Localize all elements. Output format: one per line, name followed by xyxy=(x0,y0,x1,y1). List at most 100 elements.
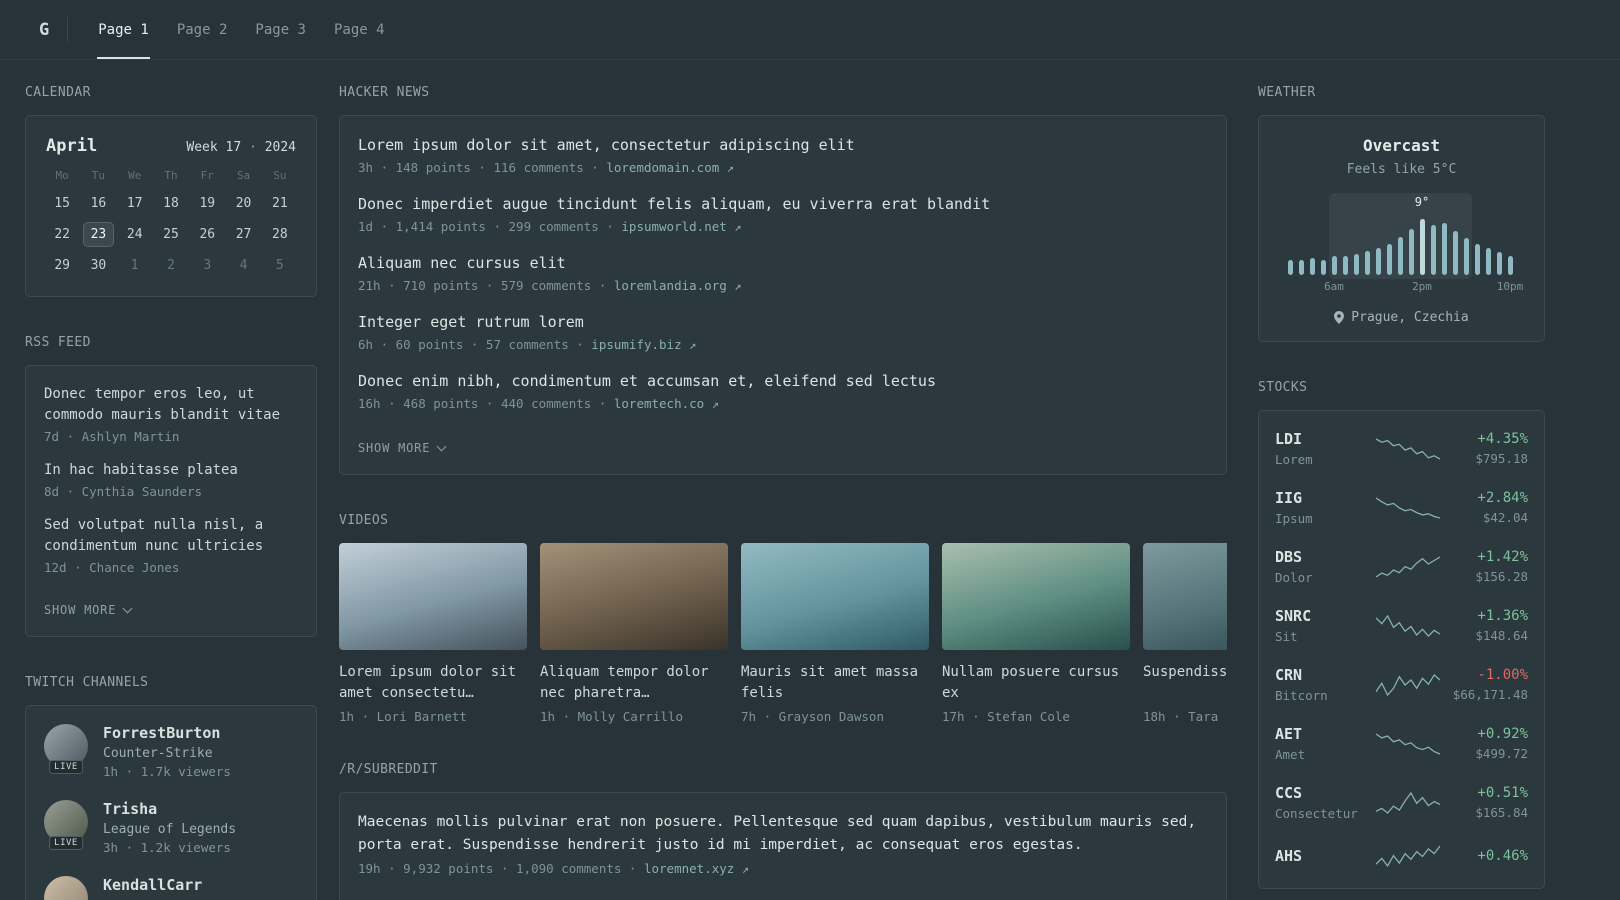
app-logo[interactable]: G xyxy=(25,20,67,40)
weather-widget-title: WEATHER xyxy=(1258,85,1316,100)
stock-sparkline xyxy=(1375,437,1440,460)
post-domain-link[interactable]: loremnet.xyz ↗ xyxy=(644,861,749,876)
external-link-icon: ↗ xyxy=(711,397,719,411)
stock-row[interactable]: AET Amet +0.92% $499.72 xyxy=(1275,714,1528,773)
hackernews-item-domain-link[interactable]: ipsumify.biz ↗ xyxy=(591,337,696,352)
weather-bar xyxy=(1342,256,1348,275)
nav-divider xyxy=(67,16,69,43)
video-meta: 1h · Lori Barnett xyxy=(339,709,467,724)
stocks-widget-title: STOCKS xyxy=(1258,380,1308,395)
weather-time-label: 6am xyxy=(1324,280,1344,293)
domain-text: ipsumworld.net xyxy=(621,219,735,234)
hackernews-item-title[interactable]: Aliquam nec cursus elit xyxy=(358,252,1208,274)
video-title[interactable]: Mauris sit amet massa felis xyxy=(741,662,929,704)
chevron-down-icon xyxy=(436,441,447,451)
twitch-list: LIVE ForrestBurton Counter-Strike 1h · 1.7k… xyxy=(44,724,298,900)
stock-change: -1.00% xyxy=(1477,667,1528,683)
stock-row[interactable]: AHS +0.46% xyxy=(1275,832,1528,880)
right-column: WEATHER Overcast Feels like 5°C 9° 6am 2p… xyxy=(1258,85,1545,900)
stock-row[interactable]: SNRC Sit +1.36% $148.64 xyxy=(1275,596,1528,655)
calendar-day-name: Tu xyxy=(91,169,106,182)
hackernews-show-more-button[interactable]: SHOW MORE xyxy=(358,441,447,455)
calendar-day-selected: 23 xyxy=(83,222,114,247)
stock-row[interactable]: IIG Ipsum +2.84% $42.04 xyxy=(1275,478,1528,537)
weather-bar xyxy=(1430,225,1436,275)
hackernews-item-domain-link[interactable]: loremtech.co ↗ xyxy=(614,396,719,411)
video-thumbnail[interactable] xyxy=(1143,543,1227,650)
weather-bar xyxy=(1452,231,1458,275)
stock-symbol: AET xyxy=(1275,725,1303,743)
left-column: CALENDAR April Week 17 · 2024 Mo Tu We Th Fr… xyxy=(25,85,317,900)
hackernews-item-title[interactable]: Integer eget rutrum lorem xyxy=(358,311,1208,333)
twitch-widget: TWITCH CHANNELS LIVE ForrestBurton Counter… xyxy=(25,675,317,900)
stock-info: AET Amet xyxy=(1275,725,1373,762)
tab-page-2[interactable]: Page 2 xyxy=(165,0,240,59)
tab-page-4[interactable]: Page 4 xyxy=(322,0,397,59)
video-title[interactable]: Lorem ipsum dolor sit amet consectetu… xyxy=(339,662,527,704)
stock-row[interactable]: LDI Lorem +4.35% $795.18 xyxy=(1275,419,1528,478)
hackernews-item-title[interactable]: Lorem ipsum dolor sit amet, consectetur … xyxy=(358,134,1208,156)
stock-change: +0.46% xyxy=(1477,848,1528,864)
video-item[interactable]: Mauris sit amet massa felis 7h · Grayson … xyxy=(741,543,929,724)
stock-sparkline xyxy=(1375,732,1440,755)
video-title[interactable]: Nullam posuere cursus ex xyxy=(942,662,1130,704)
live-badge: LIVE xyxy=(49,760,83,774)
weather-bar xyxy=(1287,260,1293,275)
stock-row[interactable]: CRN Bitcorn -1.00% $66,171.48 xyxy=(1275,655,1528,714)
rss-item-title[interactable]: In hac habitasse platea xyxy=(44,460,298,481)
hackernews-item: Aliquam nec cursus elit 21h · 710 points … xyxy=(358,252,1208,293)
stock-values: +1.36% $148.64 xyxy=(1442,608,1528,643)
chevron-down-icon xyxy=(122,603,133,613)
twitch-channel-row[interactable]: LIVE ForrestBurton Counter-Strike 1h · 1.7k… xyxy=(44,724,298,779)
stock-name: Sit xyxy=(1275,629,1298,644)
hackernews-item-title[interactable]: Donec enim nibh, condimentum et accumsan… xyxy=(358,370,1208,392)
stock-sparkline xyxy=(1375,845,1440,868)
weather-bar xyxy=(1474,244,1480,275)
rss-item-title[interactable]: Sed volutpat nulla nisl, a condimentum n… xyxy=(44,515,298,557)
weather-time-label: 2pm xyxy=(1412,280,1432,293)
rss-item-title[interactable]: Donec tempor eros leo, ut commodo mauris… xyxy=(44,384,298,426)
weather-bar xyxy=(1386,244,1392,275)
video-title[interactable]: Aliquam tempor dolor nec pharetra… xyxy=(540,662,728,704)
calendar-day: 3 xyxy=(203,258,212,273)
calendar-widget: CALENDAR April Week 17 · 2024 Mo Tu We Th Fr… xyxy=(25,85,317,297)
weather-temp-label: 9° xyxy=(1414,195,1430,209)
video-thumbnail[interactable] xyxy=(339,543,527,650)
stock-symbol: IIG xyxy=(1275,489,1303,507)
weather-bar xyxy=(1408,229,1414,275)
stock-sparkline xyxy=(1375,614,1440,637)
weather-time-label: 10pm xyxy=(1496,280,1524,293)
video-item[interactable]: Lorem ipsum dolor sit amet consectetu… 1h… xyxy=(339,543,527,724)
stock-price: $795.18 xyxy=(1475,451,1528,466)
calendar-day-name: We xyxy=(128,169,142,182)
video-item[interactable]: Aliquam tempor dolor nec pharetra… 1h · M… xyxy=(540,543,728,724)
video-thumbnail[interactable] xyxy=(741,543,929,650)
rss-show-more-button[interactable]: SHOW MORE xyxy=(44,603,133,617)
hackernews-item-domain-link[interactable]: loremdomain.com ↗ xyxy=(606,160,734,175)
twitch-widget-title: TWITCH CHANNELS xyxy=(25,675,149,690)
calendar-month: April xyxy=(46,136,98,156)
twitch-channel-row[interactable]: LIVE Trisha League of Legends 3h · 1.2k vie… xyxy=(44,800,298,855)
calendar-day: 29 xyxy=(54,258,70,273)
tab-page-1[interactable]: Page 1 xyxy=(86,0,161,59)
tab-page-3[interactable]: Page 3 xyxy=(243,0,318,59)
hackernews-item-title[interactable]: Donec imperdiet augue tincidunt felis al… xyxy=(358,193,1208,215)
post-title[interactable]: Maecenas mollis pulvinar erat non posuer… xyxy=(358,811,1208,857)
stock-row[interactable]: CCS Consectetur +0.51% $165.84 xyxy=(1275,773,1528,832)
video-item[interactable]: Suspendisse diam 18h · Tara xyxy=(1143,543,1227,724)
weather-bar xyxy=(1298,260,1304,275)
calendar-week-segment: 17 xyxy=(225,140,242,155)
hackernews-item-domain-link[interactable]: loremlandia.org ↗ xyxy=(614,278,742,293)
stock-symbol: AHS xyxy=(1275,847,1303,865)
rss-list: Donec tempor eros leo, ut commodo mauris… xyxy=(44,384,298,575)
stock-row[interactable]: DBS Dolor +1.42% $156.28 xyxy=(1275,537,1528,596)
video-thumbnail[interactable] xyxy=(540,543,728,650)
video-title[interactable]: Suspendisse diam xyxy=(1143,662,1227,704)
video-item[interactable]: Nullam posuere cursus ex 17h · Stefan Col… xyxy=(942,543,1130,724)
video-thumbnail[interactable] xyxy=(942,543,1130,650)
hackernews-card: Lorem ipsum dolor sit amet, consectetur … xyxy=(339,115,1227,475)
twitch-channel-row[interactable]: KendallCarr xyxy=(44,876,298,900)
weather-card: Overcast Feels like 5°C 9° 6am 2pm 10pm Pr… xyxy=(1258,115,1545,342)
stock-change: +0.92% xyxy=(1477,726,1528,742)
hackernews-item-domain-link[interactable]: ipsumworld.net ↗ xyxy=(621,219,741,234)
